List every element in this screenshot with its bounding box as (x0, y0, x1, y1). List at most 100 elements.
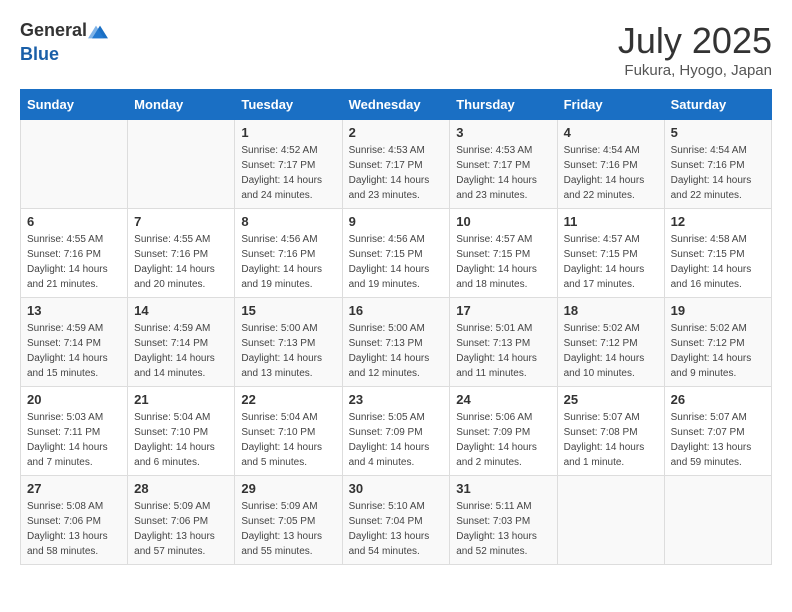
day-info: Sunrise: 5:10 AMSunset: 7:04 PMDaylight:… (349, 499, 444, 559)
day-number: 11 (564, 214, 658, 229)
day-number: 13 (27, 303, 121, 318)
day-info: Sunrise: 4:52 AMSunset: 7:17 PMDaylight:… (241, 143, 335, 203)
calendar-day-cell: 21 Sunrise: 5:04 AMSunset: 7:10 PMDayligh… (128, 387, 235, 476)
calendar-week-row: 6 Sunrise: 4:55 AMSunset: 7:16 PMDaylight… (21, 209, 772, 298)
day-info: Sunrise: 4:54 AMSunset: 7:16 PMDaylight:… (564, 143, 658, 203)
day-info: Sunrise: 4:59 AMSunset: 7:14 PMDaylight:… (134, 321, 228, 381)
page-header: General Blue July 2025 Fukura, Hyogo, Ja… (20, 20, 772, 79)
calendar-day-cell: 22Sunrise: 5:04 AMSunset: 7:10 PMDayligh… (235, 387, 342, 476)
calendar-day-cell: 26 Sunrise: 5:07 AMSunset: 7:07 PMDayligh… (664, 387, 771, 476)
day-of-week-header: Monday (128, 90, 235, 120)
day-of-week-header: Tuesday (235, 90, 342, 120)
day-info: Sunrise: 5:08 AMSunset: 7:06 PMDaylight:… (27, 499, 121, 559)
title-block: July 2025 Fukura, Hyogo, Japan (618, 20, 772, 79)
calendar-day-cell: 16 Sunrise: 5:00 AMSunset: 7:13 PMDayligh… (342, 298, 450, 387)
calendar-day-cell: 17 Sunrise: 5:01 AMSunset: 7:13 PMDayligh… (450, 298, 557, 387)
calendar-day-cell: 11Sunrise: 4:57 AMSunset: 7:15 PMDayligh… (557, 209, 664, 298)
calendar-day-cell: 27 Sunrise: 5:08 AMSunset: 7:06 PMDayligh… (21, 476, 128, 565)
day-info: Sunrise: 5:09 AMSunset: 7:05 PMDaylight:… (241, 499, 335, 559)
day-number: 14 (134, 303, 228, 318)
day-info: Sunrise: 4:53 AMSunset: 7:17 PMDaylight:… (349, 143, 444, 203)
day-number: 9 (349, 214, 444, 229)
day-number: 31 (456, 481, 550, 496)
calendar-day-cell: 6 Sunrise: 4:55 AMSunset: 7:16 PMDaylight… (21, 209, 128, 298)
day-number: 7 (134, 214, 228, 229)
day-number: 18 (564, 303, 658, 318)
day-of-week-header: Thursday (450, 90, 557, 120)
calendar-day-cell (21, 120, 128, 209)
day-info: Sunrise: 5:04 AMSunset: 7:10 PMDaylight:… (241, 410, 335, 470)
calendar-day-cell: 7 Sunrise: 4:55 AMSunset: 7:16 PMDaylight… (128, 209, 235, 298)
day-number: 27 (27, 481, 121, 496)
day-number: 3 (456, 125, 550, 140)
day-number: 16 (349, 303, 444, 318)
day-info: Sunrise: 5:07 AMSunset: 7:07 PMDaylight:… (671, 410, 765, 470)
logo: General Blue (20, 20, 113, 65)
day-number: 17 (456, 303, 550, 318)
day-info: Sunrise: 5:02 AMSunset: 7:12 PMDaylight:… (564, 321, 658, 381)
day-info: Sunrise: 4:57 AMSunset: 7:15 PMDaylight:… (456, 232, 550, 292)
calendar-body: 1 Sunrise: 4:52 AMSunset: 7:17 PMDaylight… (21, 120, 772, 565)
calendar-day-cell (128, 120, 235, 209)
day-info: Sunrise: 4:56 AMSunset: 7:15 PMDaylight:… (349, 232, 444, 292)
day-number: 5 (671, 125, 765, 140)
day-number: 24 (456, 392, 550, 407)
calendar-day-cell: 29 Sunrise: 5:09 AMSunset: 7:05 PMDayligh… (235, 476, 342, 565)
day-number: 1 (241, 125, 335, 140)
day-number: 29 (241, 481, 335, 496)
calendar-day-cell: 1 Sunrise: 4:52 AMSunset: 7:17 PMDaylight… (235, 120, 342, 209)
day-info: Sunrise: 5:01 AMSunset: 7:13 PMDaylight:… (456, 321, 550, 381)
calendar-day-cell: 23Sunrise: 5:05 AMSunset: 7:09 PMDayligh… (342, 387, 450, 476)
day-info: Sunrise: 4:59 AMSunset: 7:14 PMDaylight:… (27, 321, 121, 381)
calendar-day-cell: 25Sunrise: 5:07 AMSunset: 7:08 PMDayligh… (557, 387, 664, 476)
calendar-day-cell: 19Sunrise: 5:02 AMSunset: 7:12 PMDayligh… (664, 298, 771, 387)
day-info: Sunrise: 5:00 AMSunset: 7:13 PMDaylight:… (241, 321, 335, 381)
calendar-day-cell: 2 Sunrise: 4:53 AMSunset: 7:17 PMDaylight… (342, 120, 450, 209)
day-info: Sunrise: 4:56 AMSunset: 7:16 PMDaylight:… (241, 232, 335, 292)
calendar-day-cell: 31 Sunrise: 5:11 AMSunset: 7:03 PMDayligh… (450, 476, 557, 565)
day-info: Sunrise: 5:00 AMSunset: 7:13 PMDaylight:… (349, 321, 444, 381)
day-info: Sunrise: 4:53 AMSunset: 7:17 PMDaylight:… (456, 143, 550, 203)
day-info: Sunrise: 4:55 AMSunset: 7:16 PMDaylight:… (27, 232, 121, 292)
day-info: Sunrise: 5:05 AMSunset: 7:09 PMDaylight:… (349, 410, 444, 470)
calendar-day-cell: 30 Sunrise: 5:10 AMSunset: 7:04 PMDayligh… (342, 476, 450, 565)
calendar-day-cell (664, 476, 771, 565)
day-number: 4 (564, 125, 658, 140)
day-number: 25 (564, 392, 658, 407)
calendar-day-cell: 20 Sunrise: 5:03 AMSunset: 7:11 PMDayligh… (21, 387, 128, 476)
calendar-day-cell: 3 Sunrise: 4:53 AMSunset: 7:17 PMDaylight… (450, 120, 557, 209)
day-number: 8 (241, 214, 335, 229)
month-year: July 2025 (618, 20, 772, 62)
day-info: Sunrise: 5:03 AMSunset: 7:11 PMDaylight:… (27, 410, 121, 470)
day-number: 19 (671, 303, 765, 318)
calendar-day-cell: 18 Sunrise: 5:02 AMSunset: 7:12 PMDayligh… (557, 298, 664, 387)
calendar-week-row: 27 Sunrise: 5:08 AMSunset: 7:06 PMDayligh… (21, 476, 772, 565)
calendar-week-row: 1 Sunrise: 4:52 AMSunset: 7:17 PMDaylight… (21, 120, 772, 209)
day-number: 30 (349, 481, 444, 496)
day-of-week-header: Friday (557, 90, 664, 120)
calendar-day-cell: 15Sunrise: 5:00 AMSunset: 7:13 PMDayligh… (235, 298, 342, 387)
day-number: 21 (134, 392, 228, 407)
calendar-day-cell: 9 Sunrise: 4:56 AMSunset: 7:15 PMDaylight… (342, 209, 450, 298)
calendar-day-cell: 24 Sunrise: 5:06 AMSunset: 7:09 PMDayligh… (450, 387, 557, 476)
header-row: SundayMondayTuesdayWednesdayThursdayFrid… (21, 90, 772, 120)
day-number: 26 (671, 392, 765, 407)
logo-icon (88, 20, 112, 44)
calendar-day-cell: 28Sunrise: 5:09 AMSunset: 7:06 PMDayligh… (128, 476, 235, 565)
day-number: 10 (456, 214, 550, 229)
day-number: 20 (27, 392, 121, 407)
day-info: Sunrise: 4:55 AMSunset: 7:16 PMDaylight:… (134, 232, 228, 292)
day-number: 6 (27, 214, 121, 229)
calendar-day-cell (557, 476, 664, 565)
day-info: Sunrise: 5:11 AMSunset: 7:03 PMDaylight:… (456, 499, 550, 559)
day-info: Sunrise: 5:06 AMSunset: 7:09 PMDaylight:… (456, 410, 550, 470)
calendar-day-cell: 10 Sunrise: 4:57 AMSunset: 7:15 PMDayligh… (450, 209, 557, 298)
day-number: 2 (349, 125, 444, 140)
calendar-table: SundayMondayTuesdayWednesdayThursdayFrid… (20, 89, 772, 565)
day-of-week-header: Sunday (21, 90, 128, 120)
day-info: Sunrise: 5:09 AMSunset: 7:06 PMDaylight:… (134, 499, 228, 559)
day-info: Sunrise: 5:04 AMSunset: 7:10 PMDaylight:… (134, 410, 228, 470)
day-info: Sunrise: 4:54 AMSunset: 7:16 PMDaylight:… (671, 143, 765, 203)
calendar-day-cell: 8 Sunrise: 4:56 AMSunset: 7:16 PMDaylight… (235, 209, 342, 298)
day-number: 12 (671, 214, 765, 229)
